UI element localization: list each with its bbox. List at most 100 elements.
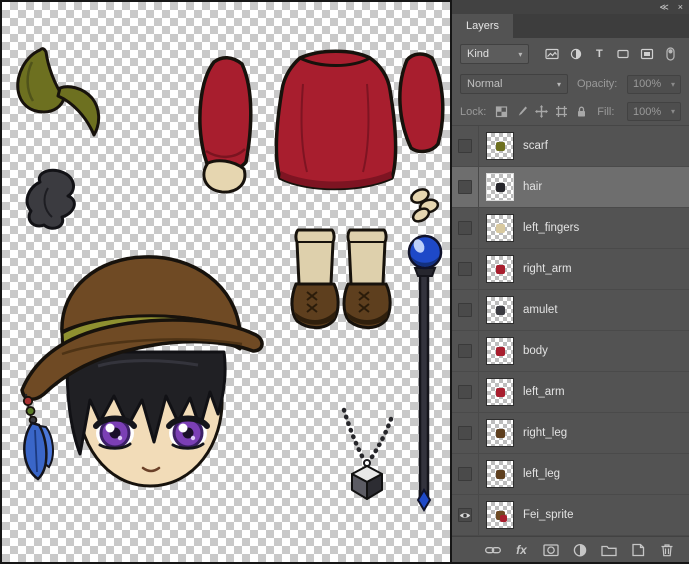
thumbnail-accent	[500, 515, 507, 522]
layer-thumbnail[interactable]	[486, 255, 514, 283]
kind-label: Kind	[467, 48, 489, 60]
type-letter: T	[596, 48, 603, 60]
layer-thumbnail[interactable]	[486, 337, 514, 365]
visibility-toggle[interactable]	[458, 303, 472, 317]
layer-name: left_fingers	[523, 222, 579, 234]
sprite-artwork	[2, 2, 450, 562]
layer-row[interactable]: left_leg	[452, 454, 689, 495]
close-panel-icon[interactable]: ×	[678, 3, 683, 12]
blend-mode-value: Normal	[467, 78, 502, 90]
amulet-sprite	[344, 410, 391, 499]
layer-thumbnail[interactable]	[486, 460, 514, 488]
left-arm-sprite	[200, 58, 251, 192]
add-layer-mask-icon[interactable]	[542, 542, 559, 558]
opacity-percent: 100%	[633, 78, 661, 90]
visibility-toggle[interactable]	[458, 508, 472, 522]
document-canvas[interactable]	[2, 2, 450, 562]
layer-thumbnail[interactable]	[486, 296, 514, 324]
layers-list: scarf hair	[452, 126, 689, 536]
visibility-toggle[interactable]	[458, 180, 472, 194]
visibility-column	[452, 126, 479, 166]
body-sprite	[276, 51, 395, 188]
visibility-column	[452, 331, 479, 371]
pixel-layers-filter-icon[interactable]	[541, 44, 562, 64]
layer-thumbnail[interactable]	[486, 501, 514, 529]
visibility-column	[452, 495, 479, 535]
layer-row[interactable]: left_arm	[452, 372, 689, 413]
panel-tabbar: Layers	[452, 14, 689, 38]
layer-row[interactable]: right_leg	[452, 413, 689, 454]
layer-row[interactable]: body	[452, 331, 689, 372]
layer-row[interactable]: Fei_sprite	[452, 495, 689, 536]
visibility-column	[452, 413, 479, 453]
fill-label: Fill:	[597, 106, 614, 118]
visibility-toggle[interactable]	[458, 426, 472, 440]
layers-panel: ≪ × Layers Kind ▾ T	[452, 0, 689, 564]
layer-style-icon[interactable]: fx	[513, 542, 530, 558]
right-leg-sprite	[292, 230, 338, 328]
layer-thumbnail[interactable]	[486, 214, 514, 242]
thumbnail-content	[496, 306, 505, 315]
shape-layers-filter-icon[interactable]	[613, 44, 634, 64]
visibility-toggle[interactable]	[458, 344, 472, 358]
layer-row[interactable]: left_fingers	[452, 208, 689, 249]
layer-row[interactable]: scarf	[452, 126, 689, 167]
visibility-toggle[interactable]	[458, 262, 472, 276]
layer-row[interactable]: amulet	[452, 290, 689, 331]
staff-sprite	[409, 236, 441, 510]
thumbnail-content	[496, 388, 505, 397]
smart-object-filter-icon[interactable]	[636, 44, 657, 64]
layer-filter-row: Kind ▾ T	[452, 38, 689, 70]
delete-layer-icon[interactable]	[658, 542, 675, 558]
visibility-column	[452, 372, 479, 412]
right-arm-sprite	[400, 54, 443, 151]
visibility-toggle[interactable]	[458, 221, 472, 235]
layer-thumbnail[interactable]	[486, 378, 514, 406]
layer-name: hair	[523, 181, 542, 193]
opacity-value[interactable]: 100% ▾	[627, 75, 681, 94]
visibility-toggle[interactable]	[458, 467, 472, 481]
type-layers-filter-icon[interactable]: T	[589, 44, 610, 64]
link-layers-icon[interactable]	[484, 542, 501, 558]
blend-mode-dropdown[interactable]: Normal ▾	[460, 74, 568, 94]
new-adjustment-layer-icon[interactable]	[571, 542, 588, 558]
thumbnail-content	[496, 429, 505, 438]
layer-name: right_arm	[523, 263, 572, 275]
adjustment-layers-filter-icon[interactable]	[565, 44, 586, 64]
lock-transparency-icon[interactable]	[493, 103, 509, 121]
layer-row[interactable]: right_arm	[452, 249, 689, 290]
layer-row[interactable]: hair	[452, 167, 689, 208]
thumbnail-content	[496, 183, 505, 192]
panel-topbar: ≪ ×	[452, 0, 689, 14]
layer-name: amulet	[523, 304, 558, 316]
layer-thumbnail[interactable]	[486, 419, 514, 447]
tab-layers[interactable]: Layers	[452, 14, 513, 38]
lock-image-pixels-icon[interactable]	[513, 103, 529, 121]
layer-filter-toggle-icon[interactable]	[660, 44, 681, 64]
lock-artboard-icon[interactable]	[553, 103, 569, 121]
lock-all-icon[interactable]	[573, 103, 589, 121]
visibility-toggle[interactable]	[458, 385, 472, 399]
visibility-column	[452, 208, 479, 248]
layer-name: body	[523, 345, 548, 357]
new-layer-icon[interactable]	[629, 542, 646, 558]
chevron-down-icon: ▾	[671, 107, 675, 116]
scarf-sprite	[18, 49, 99, 135]
thumbnail-content	[496, 265, 505, 274]
panel-bottom-bar: fx	[452, 536, 689, 562]
collapse-panels-icon[interactable]: ≪	[659, 3, 668, 12]
hair-tuft-sprite	[27, 170, 74, 228]
visibility-toggle[interactable]	[458, 139, 472, 153]
kind-filter-dropdown[interactable]: Kind ▾	[460, 44, 529, 64]
layer-name: left_arm	[523, 386, 565, 398]
visibility-column	[452, 454, 479, 494]
layer-thumbnail[interactable]	[486, 173, 514, 201]
lock-icons	[493, 103, 589, 121]
lock-label: Lock:	[460, 106, 486, 118]
chevron-down-icon: ▾	[557, 80, 561, 89]
thumbnail-content	[496, 347, 505, 356]
layer-thumbnail[interactable]	[486, 132, 514, 160]
new-group-icon[interactable]	[600, 542, 617, 558]
lock-position-icon[interactable]	[533, 103, 549, 121]
fill-value[interactable]: 100% ▾	[627, 102, 681, 121]
